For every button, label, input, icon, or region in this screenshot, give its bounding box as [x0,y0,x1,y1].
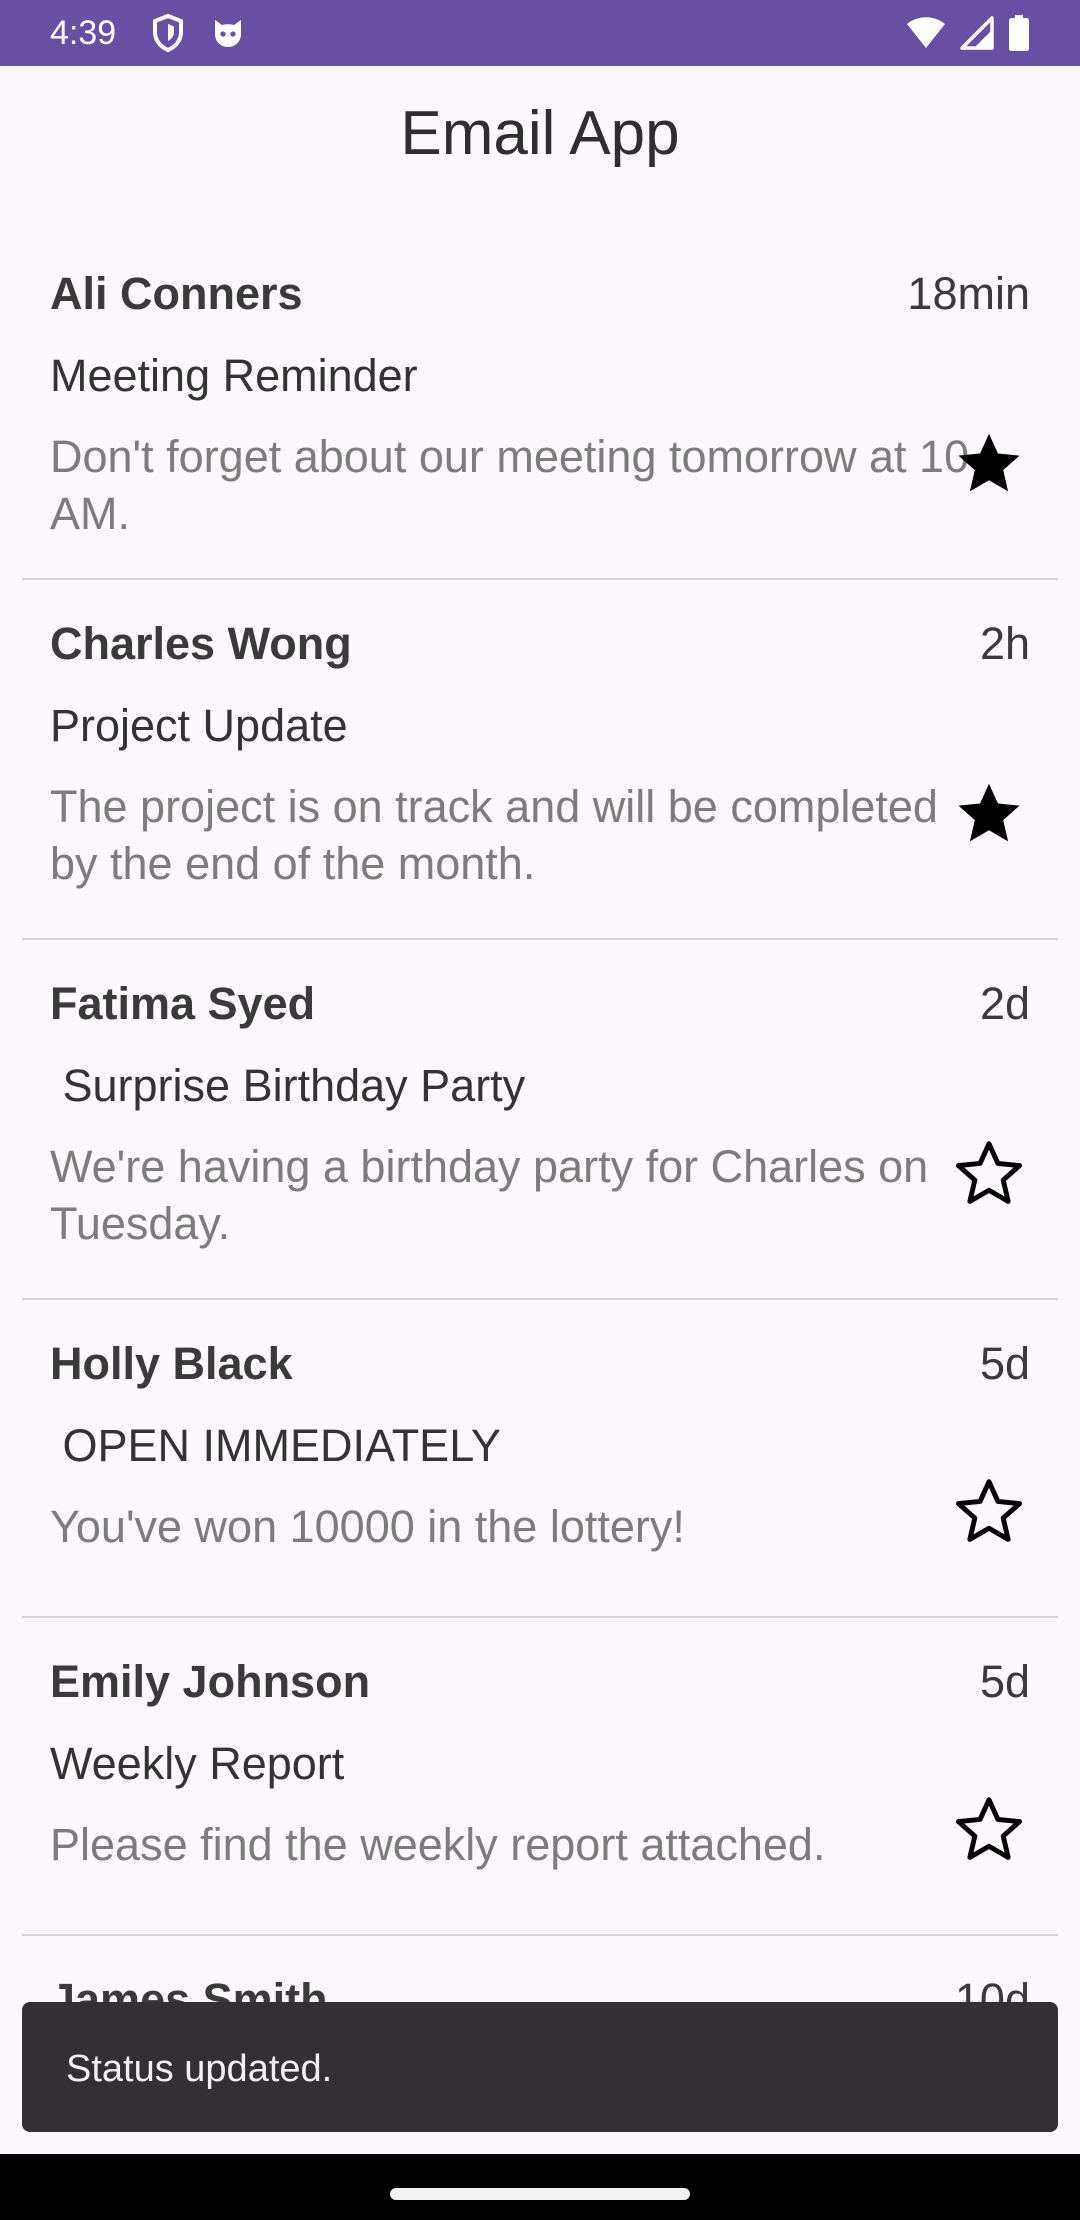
email-subject: Weekly Report [50,1738,345,1789]
email-subject: OPEN IMMEDIATELY [50,1420,501,1471]
star-filled-icon [958,783,1020,842]
email-sender: Ali Conners [50,268,303,319]
email-list-item[interactable]: Emily Johnson 5d Weekly Report Please fi… [22,1618,1058,1936]
email-list-item[interactable]: Fatima Syed 2d Surprise Birthday Party W… [22,940,1058,1300]
cellular-signal-icon [960,16,994,50]
email-subject: Surprise Birthday Party [50,1060,526,1111]
email-time: 5d [979,1656,1030,1707]
star-filled-icon [958,433,1020,492]
email-subject: Project Update [50,700,348,751]
email-sender: Emily Johnson [50,1656,371,1707]
cat-face-icon [210,14,246,52]
battery-icon [1008,15,1030,51]
email-preview: Please find the weekly report attached. [50,1819,826,1870]
email-preview: The project is on track and will be comp… [50,781,938,889]
email-list-item[interactable]: Charles Wong 2h Project Update The proje… [22,580,1058,940]
star-outline-icon [956,1479,1022,1542]
shield-icon [152,14,184,52]
snackbar-message: Status updated. [66,2048,333,2090]
page-title: Email App [400,99,680,168]
star-toggle-button[interactable] [952,1792,1026,1866]
email-preview: You've won 10000 in the lottery! [50,1501,685,1552]
email-sender: Charles Wong [50,618,352,669]
email-time: 2h [979,618,1030,669]
star-outline-icon [956,1141,1022,1204]
email-subject: Meeting Reminder [50,350,418,401]
star-toggle-button[interactable] [952,1474,1026,1548]
star-toggle-button[interactable] [952,776,1026,850]
email-time: 2d [979,978,1030,1029]
email-sender: Fatima Syed [50,978,316,1029]
home-gesture-handle[interactable] [390,2188,690,2200]
status-left-icons [152,14,246,52]
navigation-bar [0,2154,1080,2220]
email-list-item[interactable]: Ali Conners 18min Meeting Reminder Don't… [22,230,1058,580]
star-outline-icon [956,1797,1022,1860]
email-preview: Don't forget about our meeting tomorrow … [50,431,970,539]
email-sender: Holly Black [50,1338,293,1389]
wifi-icon [906,16,946,50]
email-preview: We're having a birthday party for Charle… [50,1141,929,1249]
status-right-icons [906,14,1030,52]
star-toggle-button[interactable] [952,1136,1026,1210]
email-time: 18min [907,268,1030,319]
email-list-item[interactable]: Holly Black 5d OPEN IMMEDIATELY You've w… [22,1300,1058,1618]
email-time: 5d [979,1338,1030,1389]
status-time: 4:39 [50,14,117,52]
snackbar: Status updated. [22,2002,1058,2132]
star-toggle-button[interactable] [952,426,1026,500]
status-bar: 4:39 [0,0,1080,66]
